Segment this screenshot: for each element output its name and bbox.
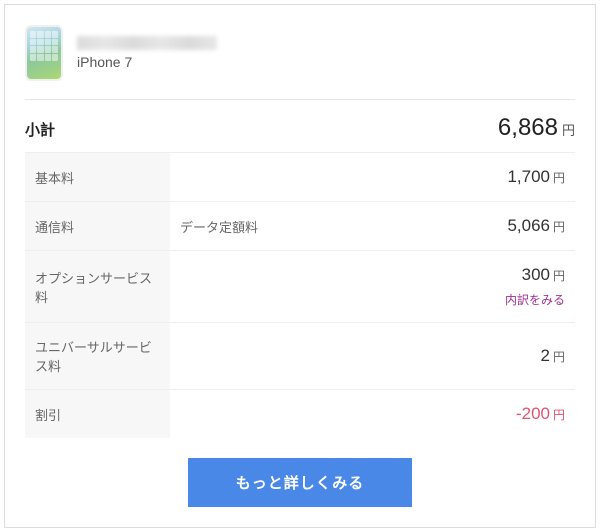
- row-amount-cell: -200円: [393, 390, 575, 439]
- row-unit: 円: [553, 220, 565, 234]
- row-amount: 300: [522, 265, 550, 284]
- row-description: [170, 390, 393, 439]
- row-description: [170, 251, 393, 323]
- row-label: オプションサービス料: [25, 251, 170, 323]
- row-label: 基本料: [25, 153, 170, 202]
- row-amount-cell: 5,066円: [393, 202, 575, 251]
- row-amount-cell: 1,700円: [393, 153, 575, 202]
- row-amount-cell: 2円: [393, 323, 575, 390]
- product-info: iPhone 7: [77, 36, 217, 70]
- row-unit: 円: [553, 408, 565, 422]
- subtotal-amount-wrap: 6,868 円: [498, 114, 575, 142]
- subtotal-unit: 円: [562, 123, 575, 138]
- product-header: iPhone 7: [25, 25, 575, 100]
- row-description: データ定額料: [170, 202, 393, 251]
- product-title-redacted: [77, 36, 217, 50]
- row-amount: 2: [541, 346, 550, 365]
- row-amount-cell: 300円内訳をみる: [393, 251, 575, 323]
- row-amount: -200: [516, 404, 550, 423]
- row-label: 通信料: [25, 202, 170, 251]
- product-name: iPhone 7: [77, 54, 217, 70]
- subtotal-amount: 6,868: [498, 114, 558, 141]
- table-row: 割引 -200円: [25, 390, 575, 439]
- table-row: 基本料 1,700円: [25, 153, 575, 202]
- row-amount: 5,066: [507, 216, 550, 235]
- billing-summary-card: iPhone 7 小計 6,868円 基本料1,700円通信料データ定額料5,0…: [4, 4, 596, 528]
- breakdown-link[interactable]: 内訳をみる: [403, 291, 565, 308]
- table-row: ユニバーサルサービス料 2円: [25, 323, 575, 390]
- row-unit: 円: [553, 269, 565, 283]
- table-row: オプションサービス料 300円内訳をみる: [25, 251, 575, 323]
- row-description: [170, 153, 393, 202]
- row-amount: 1,700: [507, 167, 550, 186]
- button-wrap: もっと詳しくみる: [25, 438, 575, 507]
- row-label: 割引: [25, 390, 170, 439]
- row-description: [170, 323, 393, 390]
- billing-detail-table: 基本料1,700円通信料データ定額料5,066円オプションサービス料300円内訳…: [25, 152, 575, 438]
- subtotal-row: 小計 6,868 円: [25, 100, 575, 152]
- row-unit: 円: [553, 350, 565, 364]
- subtotal-label: 小計: [25, 119, 55, 140]
- row-label: ユニバーサルサービス料: [25, 323, 170, 390]
- row-unit: 円: [553, 171, 565, 185]
- phone-thumbnail-icon: [25, 25, 63, 81]
- table-row: 通信料データ定額料5,066円: [25, 202, 575, 251]
